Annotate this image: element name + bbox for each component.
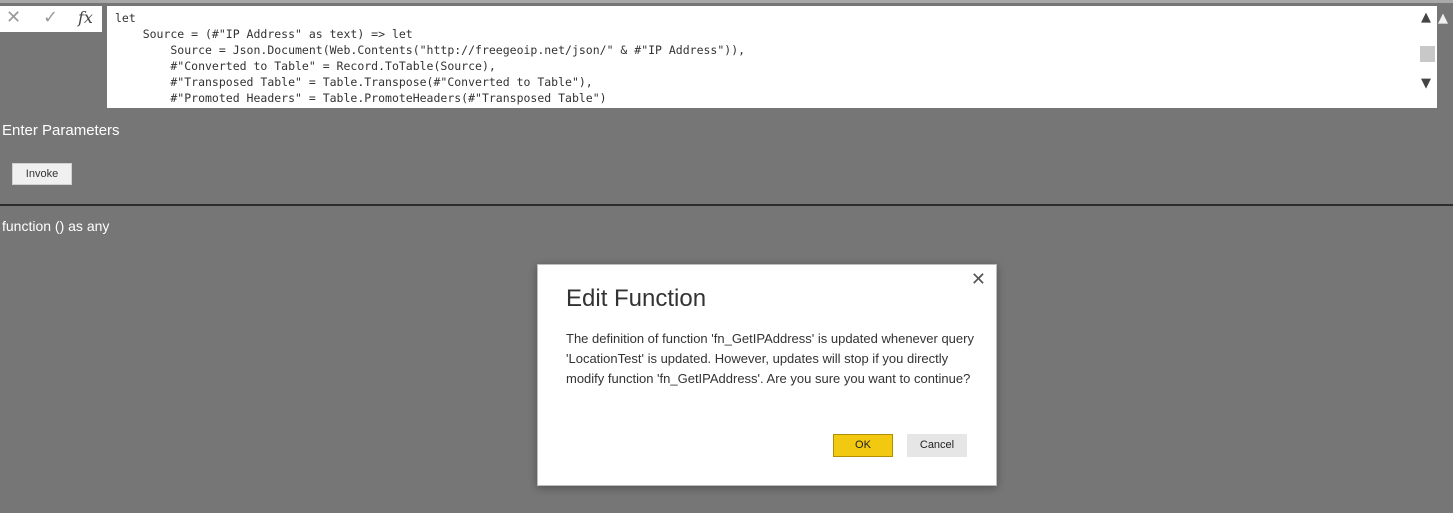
formula-editor[interactable]: let Source = (#"IP Address" as text) => … bbox=[107, 6, 1437, 108]
fx-icon: fx bbox=[78, 8, 93, 27]
close-icon[interactable]: ✕ bbox=[971, 269, 986, 290]
check-icon[interactable]: ✓ bbox=[43, 7, 58, 29]
formula-bar: ✕ ✓ fx let Source = (#"IP Address" as te… bbox=[0, 0, 1453, 108]
cancel-button[interactable]: Cancel bbox=[907, 434, 967, 457]
code-line: Source = Json.Document(Web.Contents("htt… bbox=[115, 43, 746, 57]
close-icon[interactable]: ✕ bbox=[6, 7, 21, 29]
chevron-up-icon[interactable]: ▲ bbox=[1421, 10, 1431, 25]
edit-function-dialog: ✕ Edit Function The definition of functi… bbox=[537, 264, 997, 486]
scrollbar-thumb[interactable] bbox=[1420, 46, 1435, 62]
formula-bar-controls: ✕ ✓ fx bbox=[0, 6, 102, 32]
code-line: #"Promoted Headers" = Table.PromoteHeade… bbox=[115, 91, 607, 105]
code-line: Source = (#"IP Address" as text) => let bbox=[115, 27, 413, 41]
chevron-up-icon[interactable]: ▲ bbox=[1438, 11, 1448, 26]
ok-button[interactable]: OK bbox=[833, 434, 893, 457]
editor-scrollbar[interactable]: ▲ ▼ bbox=[1418, 6, 1437, 108]
function-signature: function () as any bbox=[2, 218, 110, 234]
dialog-title: Edit Function bbox=[566, 285, 707, 312]
divider bbox=[0, 204, 1453, 206]
code-line: let bbox=[115, 11, 136, 25]
parameters-section: Enter Parameters Invoke bbox=[0, 106, 1453, 205]
invoke-button[interactable]: Invoke bbox=[12, 163, 72, 185]
dialog-message: The definition of function 'fn_GetIPAddr… bbox=[566, 331, 974, 386]
parameters-heading: Enter Parameters bbox=[2, 122, 120, 139]
chevron-down-icon[interactable]: ▼ bbox=[1421, 76, 1431, 91]
code-line: #"Transposed Table" = Table.Transpose(#"… bbox=[115, 75, 593, 89]
code-line: #"Converted to Table" = Record.ToTable(S… bbox=[115, 59, 496, 73]
